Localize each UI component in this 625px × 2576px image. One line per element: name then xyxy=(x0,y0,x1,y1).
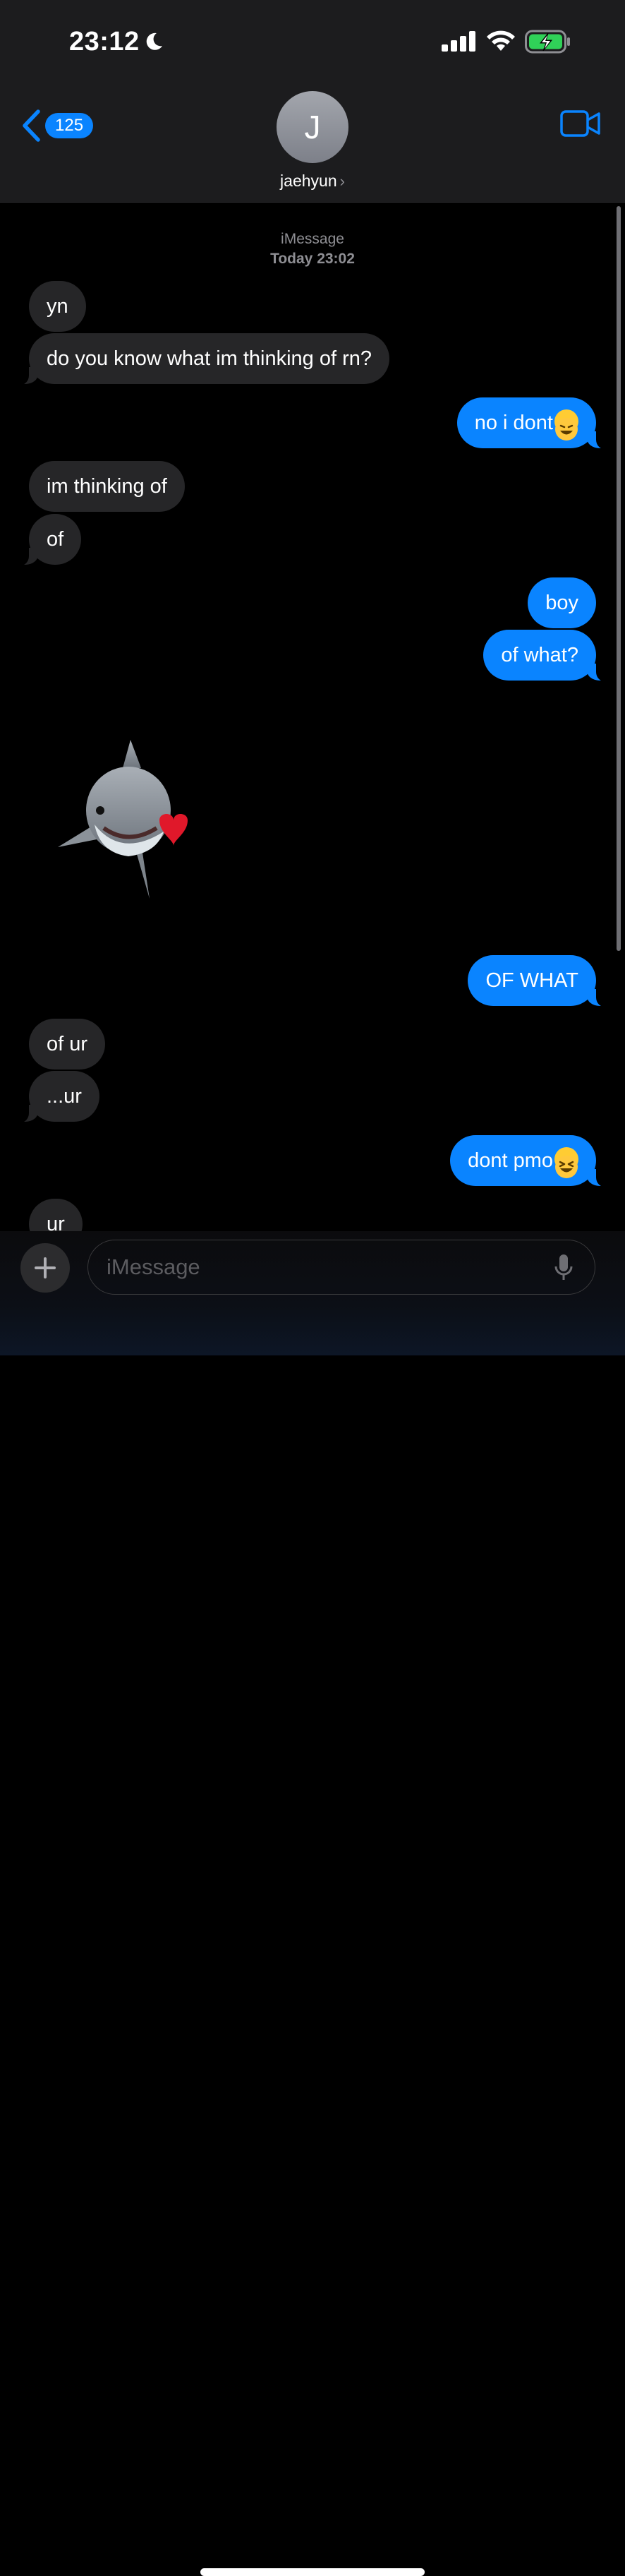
scrollbar[interactable] xyxy=(617,206,621,951)
thread-timestamp: iMessage Today 23:02 xyxy=(0,229,625,269)
timestamp-label: Today 23:02 xyxy=(270,251,355,267)
home-indicator xyxy=(200,2568,425,2576)
incoming-message[interactable]: of ur xyxy=(29,1019,106,1070)
outgoing-message[interactable]: of what? xyxy=(483,630,612,682)
back-button[interactable]: 125 xyxy=(21,106,94,145)
contact-name: jaehyun xyxy=(280,172,337,190)
battery-charging-icon xyxy=(525,30,570,54)
facetime-video-icon[interactable] xyxy=(560,110,601,137)
incoming-message[interactable]: ...ur xyxy=(13,1071,99,1123)
outgoing-message[interactable]: OF WHAT xyxy=(468,955,612,1007)
incoming-message[interactable]: of xyxy=(12,514,82,566)
avatar-initial: J xyxy=(304,109,321,145)
outgoing-message[interactable]: boy xyxy=(528,577,596,628)
grinning-squinting-emoji-icon xyxy=(554,1147,578,1179)
outgoing-message[interactable]: dont pmo xyxy=(450,1135,612,1187)
service-label: iMessage xyxy=(281,231,344,247)
laughing-emoji-icon xyxy=(554,409,578,441)
message-composer xyxy=(0,1231,625,2576)
cellular-signal-icon xyxy=(442,31,475,52)
incoming-message[interactable]: do you know what im thinking of rn? xyxy=(12,333,390,385)
contact-avatar[interactable]: J xyxy=(277,91,348,163)
message-text: no i dont xyxy=(474,412,553,434)
chevron-right-icon: › xyxy=(339,172,345,190)
outgoing-message[interactable]: no i dont xyxy=(456,397,613,450)
apps-plus-button[interactable] xyxy=(20,1243,70,1293)
unread-count-badge: 125 xyxy=(45,113,94,138)
incoming-message[interactable]: im thinking of xyxy=(29,461,185,512)
navigation-header: 23:12 125 J jaehyun › xyxy=(0,0,625,203)
status-time: 23:12 xyxy=(69,27,140,56)
wifi-icon xyxy=(487,30,515,51)
message-input[interactable] xyxy=(87,1240,595,1295)
contact-name-button[interactable]: jaehyun › xyxy=(0,172,625,191)
message-text: dont pmo xyxy=(468,1149,553,1172)
shark-memoji-sticker[interactable] xyxy=(58,740,199,902)
plus-icon xyxy=(35,1257,56,1278)
chevron-left-icon xyxy=(23,109,40,142)
incoming-message[interactable]: yn xyxy=(29,281,86,332)
moon-icon xyxy=(146,32,162,50)
microphone-icon[interactable] xyxy=(554,1254,573,1282)
